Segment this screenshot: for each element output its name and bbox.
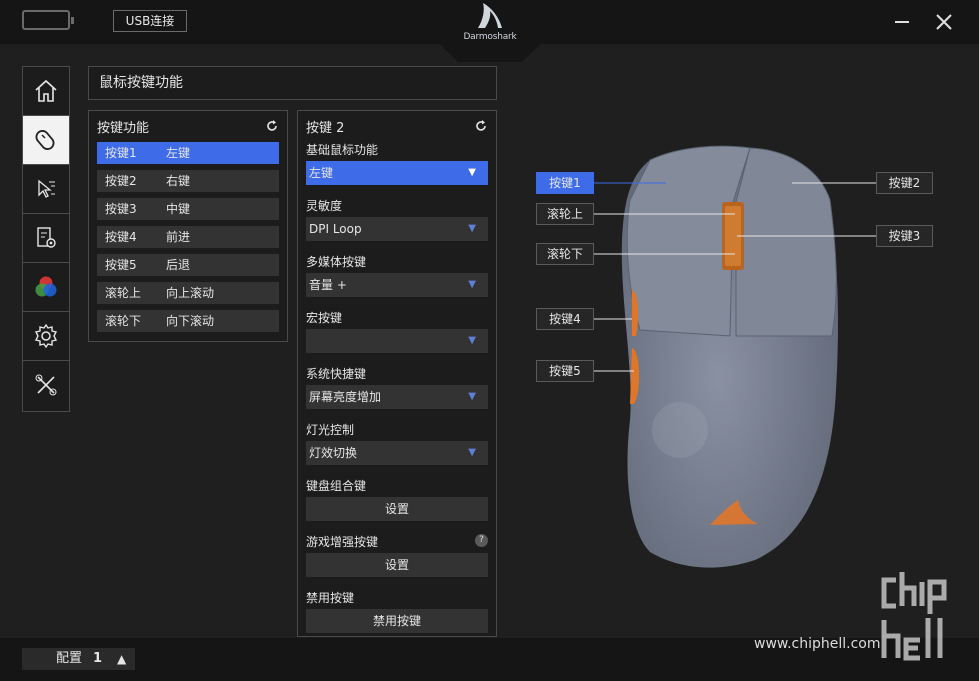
callout-lines bbox=[594, 182, 876, 372]
profile-selector[interactable]: 配置 1 ▲ bbox=[22, 648, 135, 670]
callout-wheel-down[interactable]: 滚轮下 bbox=[536, 243, 594, 265]
callout-button-3[interactable]: 按键3 bbox=[876, 225, 933, 247]
callout-button-1[interactable]: 按键1 bbox=[536, 172, 594, 194]
callout-button-2[interactable]: 按键2 bbox=[876, 172, 933, 194]
chevron-up-icon[interactable]: ▲ bbox=[117, 648, 126, 670]
profile-number: 1 bbox=[93, 651, 103, 666]
chiphell-watermark-logo bbox=[881, 572, 947, 661]
callout-button-4[interactable]: 按键4 bbox=[536, 308, 594, 330]
callout-button-5[interactable]: 按键5 bbox=[536, 360, 594, 382]
profile-label: 配置 bbox=[56, 651, 83, 666]
watermark: www.chiphell.com bbox=[754, 636, 881, 652]
callout-wheel-up[interactable]: 滚轮上 bbox=[536, 203, 594, 225]
